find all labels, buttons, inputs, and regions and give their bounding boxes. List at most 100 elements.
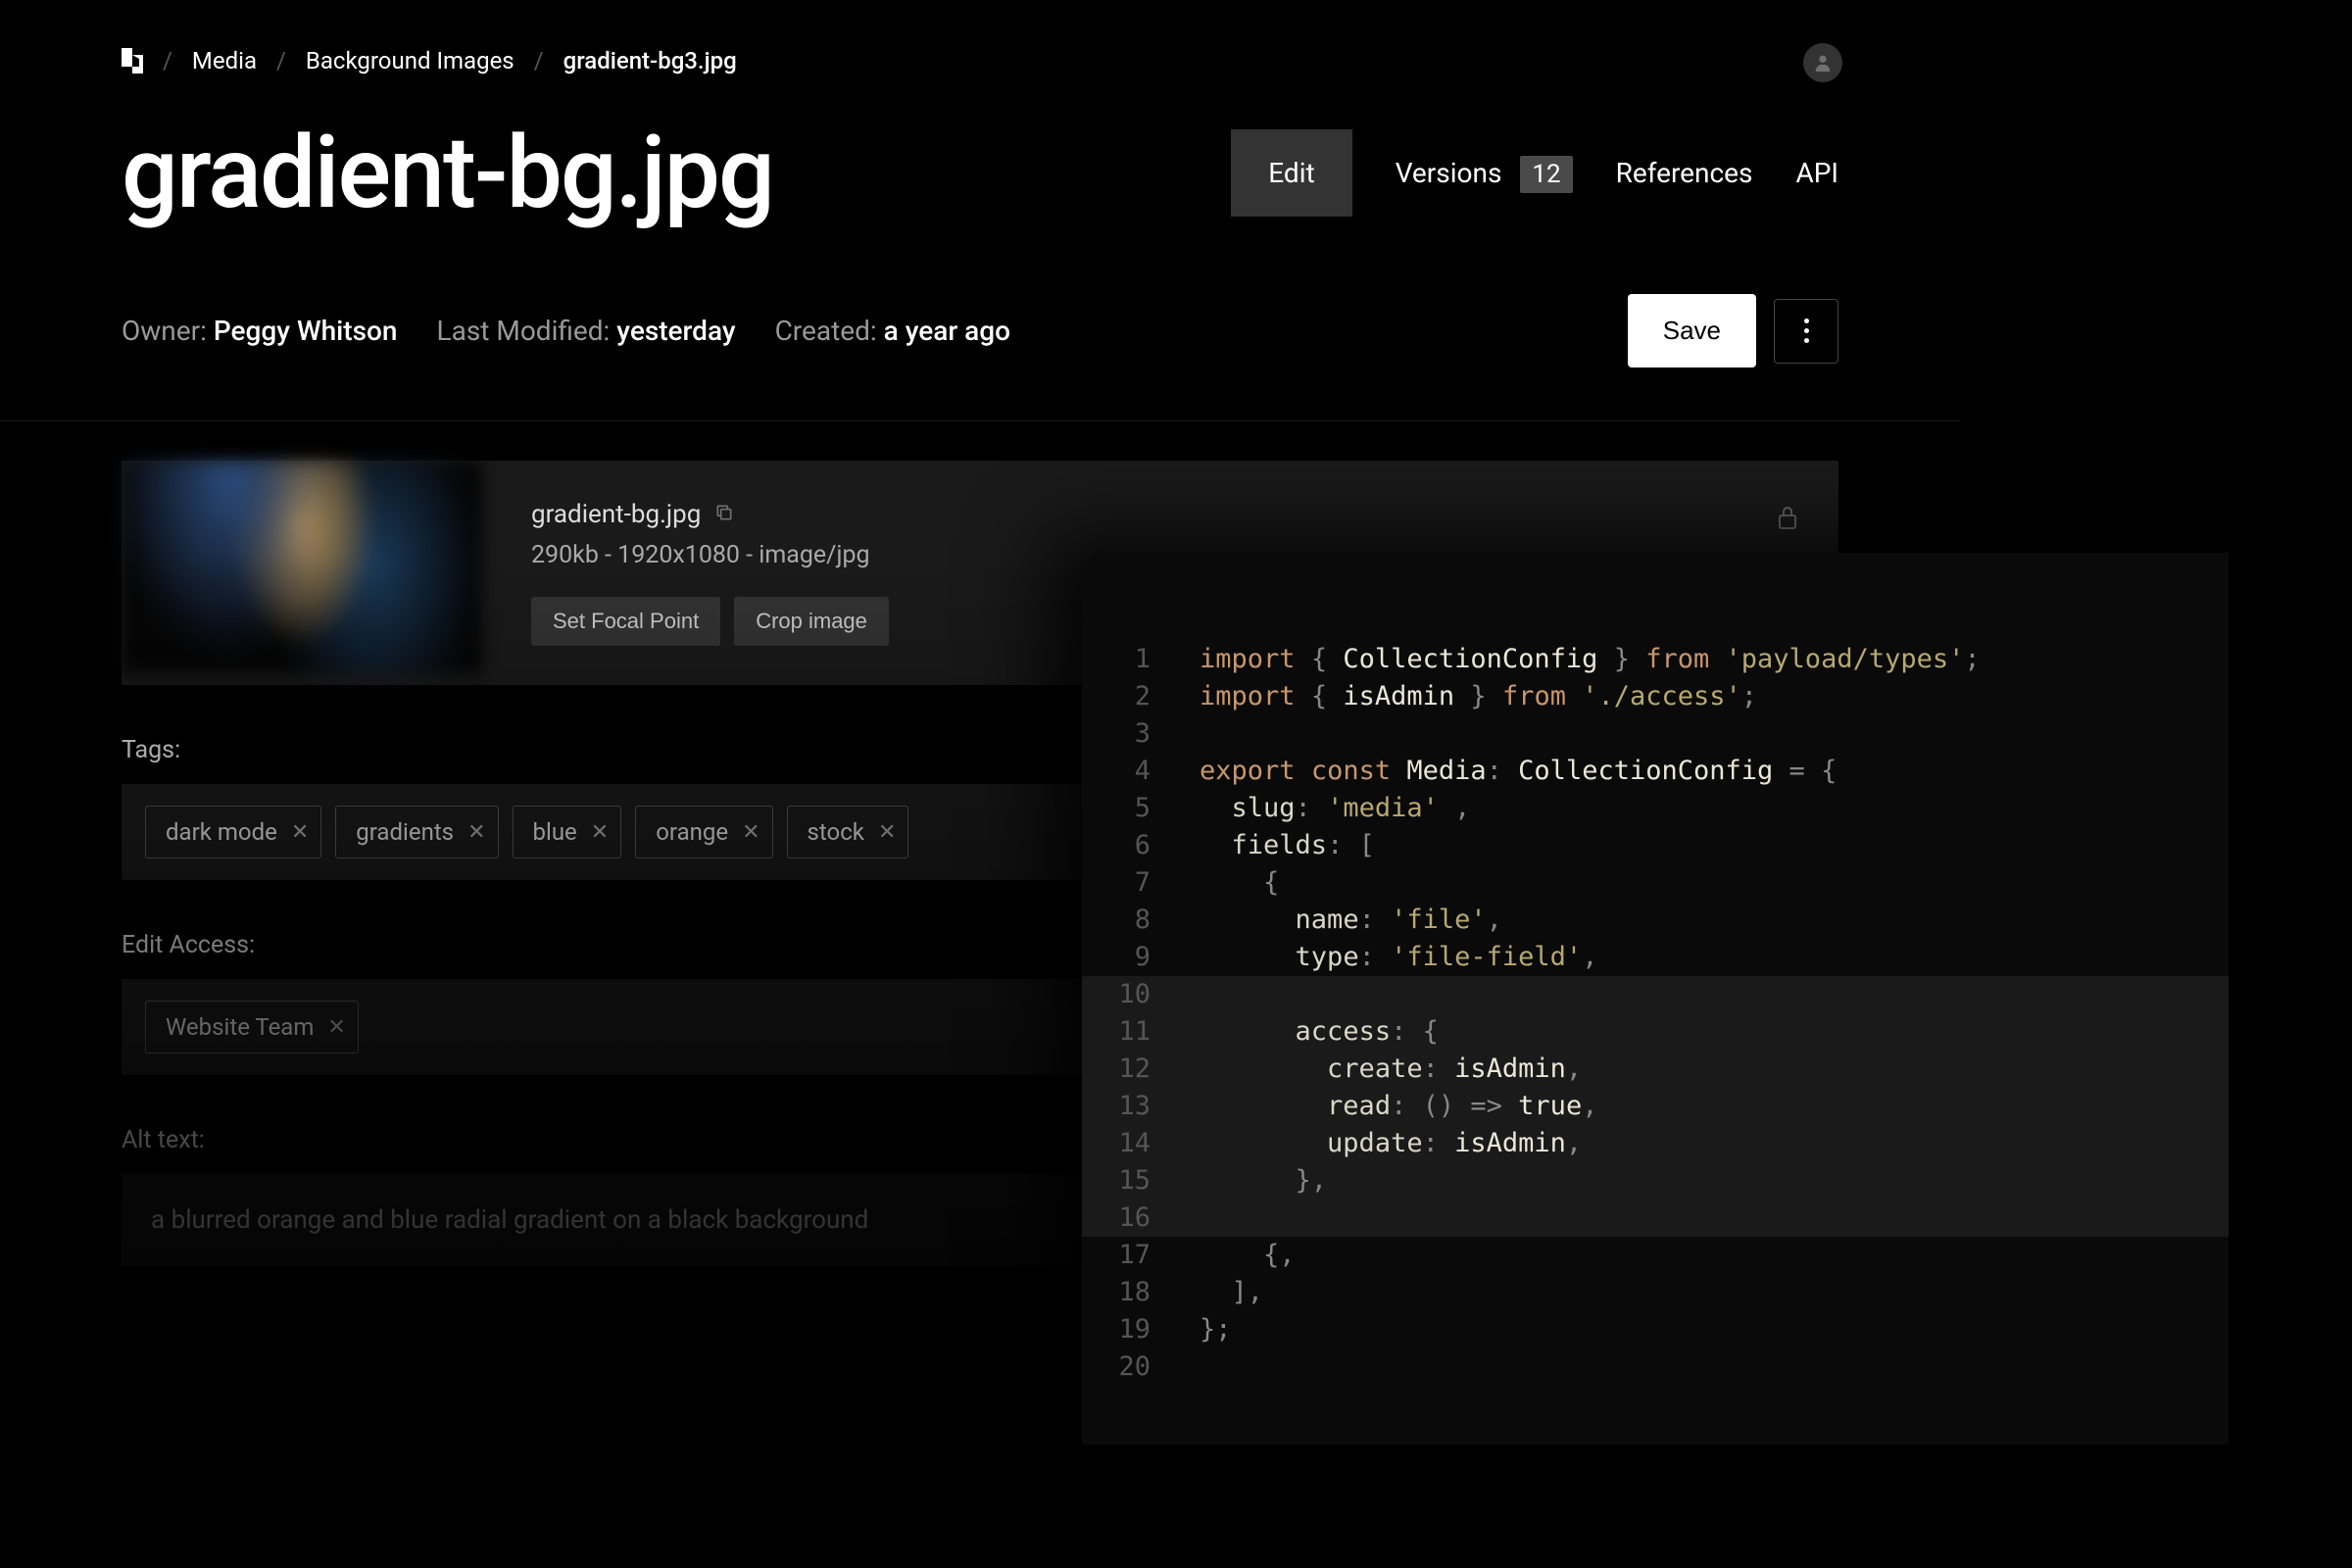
line-number: 6 <box>1082 827 1200 864</box>
line-number: 13 <box>1082 1088 1200 1125</box>
code-line: 10 <box>1082 976 2229 1013</box>
tag-tag: dark mode ✕ <box>145 806 321 858</box>
tag-tag: gradients ✕ <box>335 806 498 858</box>
line-number: 10 <box>1082 976 1200 1013</box>
code-content: ], <box>1200 1274 2229 1311</box>
line-number: 1 <box>1082 641 1200 678</box>
file-name: gradient-bg.jpg <box>531 500 701 529</box>
code-line: 4export const Media: CollectionConfig = … <box>1082 753 2229 790</box>
code-content: read: () => true, <box>1200 1088 2229 1125</box>
remove-tag-icon[interactable]: ✕ <box>327 1015 345 1040</box>
breadcrumb-media[interactable]: Media <box>192 47 257 74</box>
line-number: 12 <box>1082 1051 1200 1088</box>
code-content: import { isAdmin } from './access'; <box>1200 678 2229 715</box>
tag-tag: stock ✕ <box>787 806 909 858</box>
breadcrumb-separator: / <box>276 47 286 74</box>
code-line: 2import { isAdmin } from './access'; <box>1082 678 2229 715</box>
code-content: {, <box>1200 1237 2229 1274</box>
code-line: 17 {, <box>1082 1237 2229 1274</box>
code-content <box>1200 1348 2229 1386</box>
tag-tag-label: orange <box>656 818 728 846</box>
code-line: 15 }, <box>1082 1162 2229 1200</box>
file-thumbnail[interactable] <box>122 461 482 674</box>
code-content: fields: [ <box>1200 827 2229 864</box>
code-content <box>1200 715 2229 753</box>
code-line: 3 <box>1082 715 2229 753</box>
line-number: 20 <box>1082 1348 1200 1386</box>
remove-tag-icon[interactable]: ✕ <box>467 820 485 845</box>
line-number: 8 <box>1082 902 1200 939</box>
code-content: }; <box>1200 1311 2229 1348</box>
created-meta: Created: a year ago <box>775 315 1010 347</box>
line-number: 11 <box>1082 1013 1200 1051</box>
line-number: 9 <box>1082 939 1200 976</box>
breadcrumb: / Media / Background Images / gradient-b… <box>0 0 1960 74</box>
versions-count-badge: 12 <box>1520 156 1572 193</box>
page-title: gradient-bg.jpg <box>122 114 773 231</box>
owner-meta: Owner: Peggy Whitson <box>122 315 398 347</box>
code-line: 7 { <box>1082 864 2229 902</box>
access-tag: Website Team ✕ <box>145 1001 359 1054</box>
code-line: 13 read: () => true, <box>1082 1088 2229 1125</box>
line-number: 3 <box>1082 715 1200 753</box>
code-content <box>1200 976 2229 1013</box>
remove-tag-icon[interactable]: ✕ <box>742 820 760 845</box>
breadcrumb-separator: / <box>163 47 172 74</box>
line-number: 19 <box>1082 1311 1200 1348</box>
code-content: name: 'file', <box>1200 902 2229 939</box>
code-line: 19}; <box>1082 1311 2229 1348</box>
modified-meta: Last Modified: yesterday <box>437 315 736 347</box>
vertical-dots-icon <box>1804 318 1809 343</box>
tab-versions[interactable]: Versions 12 <box>1396 129 1573 217</box>
breadcrumb-current: gradient-bg3.jpg <box>564 47 737 74</box>
code-content: type: 'file-field', <box>1200 939 2229 976</box>
tabs: Edit Versions 12 References API <box>1231 129 1838 217</box>
breadcrumb-background-images[interactable]: Background Images <box>306 47 514 74</box>
code-content <box>1200 1200 2229 1237</box>
line-number: 16 <box>1082 1200 1200 1237</box>
tag-tag-label: blue <box>533 818 577 846</box>
line-number: 14 <box>1082 1125 1200 1162</box>
tag-tag-label: dark mode <box>166 818 277 846</box>
tab-api[interactable]: API <box>1795 129 1838 217</box>
code-line: 6 fields: [ <box>1082 827 2229 864</box>
remove-tag-icon[interactable]: ✕ <box>591 820 609 845</box>
remove-tag-icon[interactable]: ✕ <box>291 820 309 845</box>
tab-references[interactable]: References <box>1616 129 1753 217</box>
code-line: 14 update: isAdmin, <box>1082 1125 2229 1162</box>
tab-edit[interactable]: Edit <box>1231 129 1351 217</box>
line-number: 2 <box>1082 678 1200 715</box>
tag-tag-label: gradients <box>356 818 454 846</box>
save-button[interactable]: Save <box>1628 294 1756 368</box>
app-logo-icon[interactable] <box>122 48 143 74</box>
code-line: 11 access: { <box>1082 1013 2229 1051</box>
remove-tag-icon[interactable]: ✕ <box>878 820 896 845</box>
copy-icon[interactable] <box>714 500 734 529</box>
line-number: 4 <box>1082 753 1200 790</box>
line-number: 17 <box>1082 1237 1200 1274</box>
code-content: import { CollectionConfig } from 'payloa… <box>1200 641 2229 678</box>
user-avatar[interactable] <box>1803 43 1842 82</box>
code-line: 9 type: 'file-field', <box>1082 939 2229 976</box>
crop-image-button[interactable]: Crop image <box>734 597 889 646</box>
code-line: 5 slug: 'media' , <box>1082 790 2229 827</box>
tag-tag-label: stock <box>808 818 864 846</box>
code-content: create: isAdmin, <box>1200 1051 2229 1088</box>
code-panel: 1import { CollectionConfig } from 'paylo… <box>1082 553 2229 1445</box>
code-content: export const Media: CollectionConfig = { <box>1200 753 2229 790</box>
code-content: { <box>1200 864 2229 902</box>
line-number: 15 <box>1082 1162 1200 1200</box>
access-tag-label: Website Team <box>166 1013 314 1041</box>
lock-icon <box>1776 504 1799 535</box>
code-content: access: { <box>1200 1013 2229 1051</box>
tag-tag: orange ✕ <box>635 806 772 858</box>
code-content: }, <box>1200 1162 2229 1200</box>
more-actions-button[interactable] <box>1774 299 1838 364</box>
code-content: update: isAdmin, <box>1200 1125 2229 1162</box>
code-line: 1import { CollectionConfig } from 'paylo… <box>1082 641 2229 678</box>
set-focal-point-button[interactable]: Set Focal Point <box>531 597 720 646</box>
line-number: 7 <box>1082 864 1200 902</box>
code-line: 18 ], <box>1082 1274 2229 1311</box>
code-line: 20 <box>1082 1348 2229 1386</box>
code-line: 8 name: 'file', <box>1082 902 2229 939</box>
